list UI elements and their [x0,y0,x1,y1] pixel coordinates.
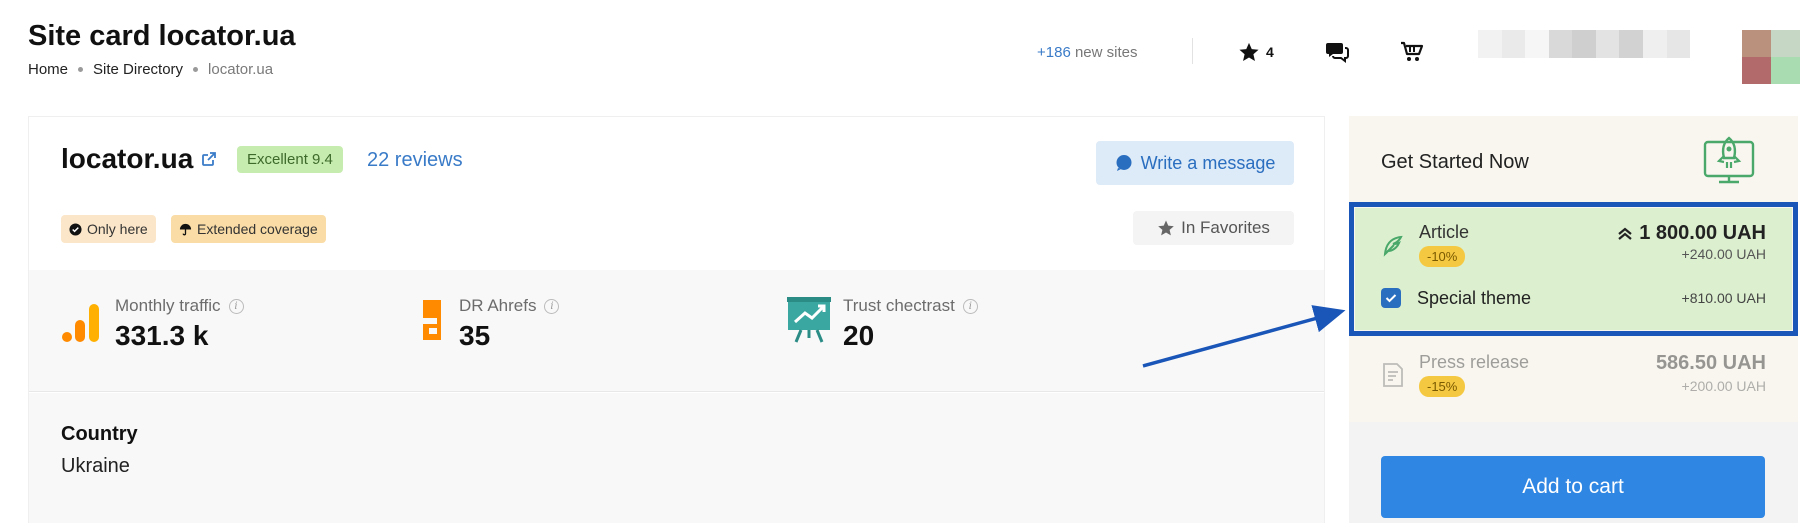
breadcrumb-current: locator.ua [208,61,274,78]
cart-icon [1401,41,1424,61]
rocket-icon [1703,136,1755,184]
header-divider [1192,38,1193,64]
info-icon[interactable]: i [228,298,244,314]
offer-press-release[interactable]: Press release -15% 586.50 UAH +200.00 UA… [1355,340,1792,414]
write-message-button[interactable]: Write a message [1096,141,1294,185]
star-icon [1239,42,1259,61]
cart-button[interactable] [1400,40,1424,64]
message-bubble-icon [1116,155,1132,171]
new-sites-link[interactable]: +186 new sites [1037,44,1138,61]
new-sites-label: new sites [1074,44,1138,61]
write-message-label: Write a message [1140,152,1276,173]
country-section: Country Ukraine [29,393,1324,523]
offer-press-sub-price: +200.00 UAH [1681,378,1766,394]
tag-only-here-label: Only here [87,221,148,237]
breadcrumb-separator [78,67,84,72]
traffic-value: 331.3 k [115,320,209,351]
page-title: Site card locator.ua [28,20,296,52]
account-info-blurred[interactable] [1478,30,1691,58]
order-sidebar: Get Started Now Article -10% 1 800.00 UA… [1349,116,1798,523]
umbrella-icon [179,223,192,235]
site-name: locator.ua [61,143,194,174]
sidebar-title: Get Started Now [1381,151,1529,173]
cart-section: Add to cart [1349,422,1798,523]
site-name-link[interactable]: locator.ua [61,143,217,175]
trust-icon [787,297,831,343]
dr-value: 35 [459,320,491,351]
messages-button[interactable] [1325,40,1349,64]
breadcrumb-separator [193,67,199,72]
metrics-panel: Monthly traffic i 331.3 k DR Ahrefs i 35 T… [29,270,1324,392]
breadcrumb: Home Site Directory locator.ua [28,61,273,78]
offer-press-discount: -15% [1419,376,1466,397]
highlight-annotation-box [1349,202,1798,336]
new-sites-count: +186 [1037,44,1071,61]
country-value: Ukraine [61,455,130,477]
traffic-label: Monthly traffic [115,296,221,315]
favorites-button[interactable]: 4 [1238,40,1274,64]
trust-value: 20 [843,320,875,351]
tag-only-here: Only here [61,215,156,243]
check-circle-icon [69,222,82,236]
tag-extended-coverage-label: Extended coverage [197,221,318,237]
metric-dr-ahrefs: DR Ahrefs i 35 [419,296,560,352]
chat-icon [1326,43,1349,63]
offer-press-name: Press release [1419,352,1530,372]
bars-icon [62,304,99,342]
ahrefs-icon [423,300,441,340]
avatar[interactable] [1742,30,1800,84]
info-icon[interactable]: i [544,298,560,314]
breadcrumb-home[interactable]: Home [28,61,68,78]
star-icon [1158,220,1174,236]
metric-traffic: Monthly traffic i 331.3 k [61,296,244,352]
metric-trust: Trust chectrast i 20 [787,296,978,352]
external-link-icon [202,152,217,166]
reviews-link[interactable]: 22 reviews [367,149,463,172]
document-icon [1383,363,1403,387]
info-icon[interactable]: i [962,298,978,314]
in-favorites-label: In Favorites [1181,218,1270,237]
country-label: Country [61,423,138,445]
trust-label: Trust chectrast [843,296,955,315]
breadcrumb-site-directory[interactable]: Site Directory [93,61,183,78]
offer-press-price: 586.50 UAH [1655,352,1766,374]
in-favorites-button[interactable]: In Favorites [1133,211,1294,245]
site-card: locator.ua Excellent 9.4 22 reviews Writ… [28,116,1325,523]
dr-label: DR Ahrefs [459,296,537,315]
tag-extended-coverage: Extended coverage [171,215,326,243]
add-to-cart-button[interactable]: Add to cart [1381,456,1765,518]
rating-badge: Excellent 9.4 [237,146,343,173]
favorites-count: 4 [1266,44,1274,60]
